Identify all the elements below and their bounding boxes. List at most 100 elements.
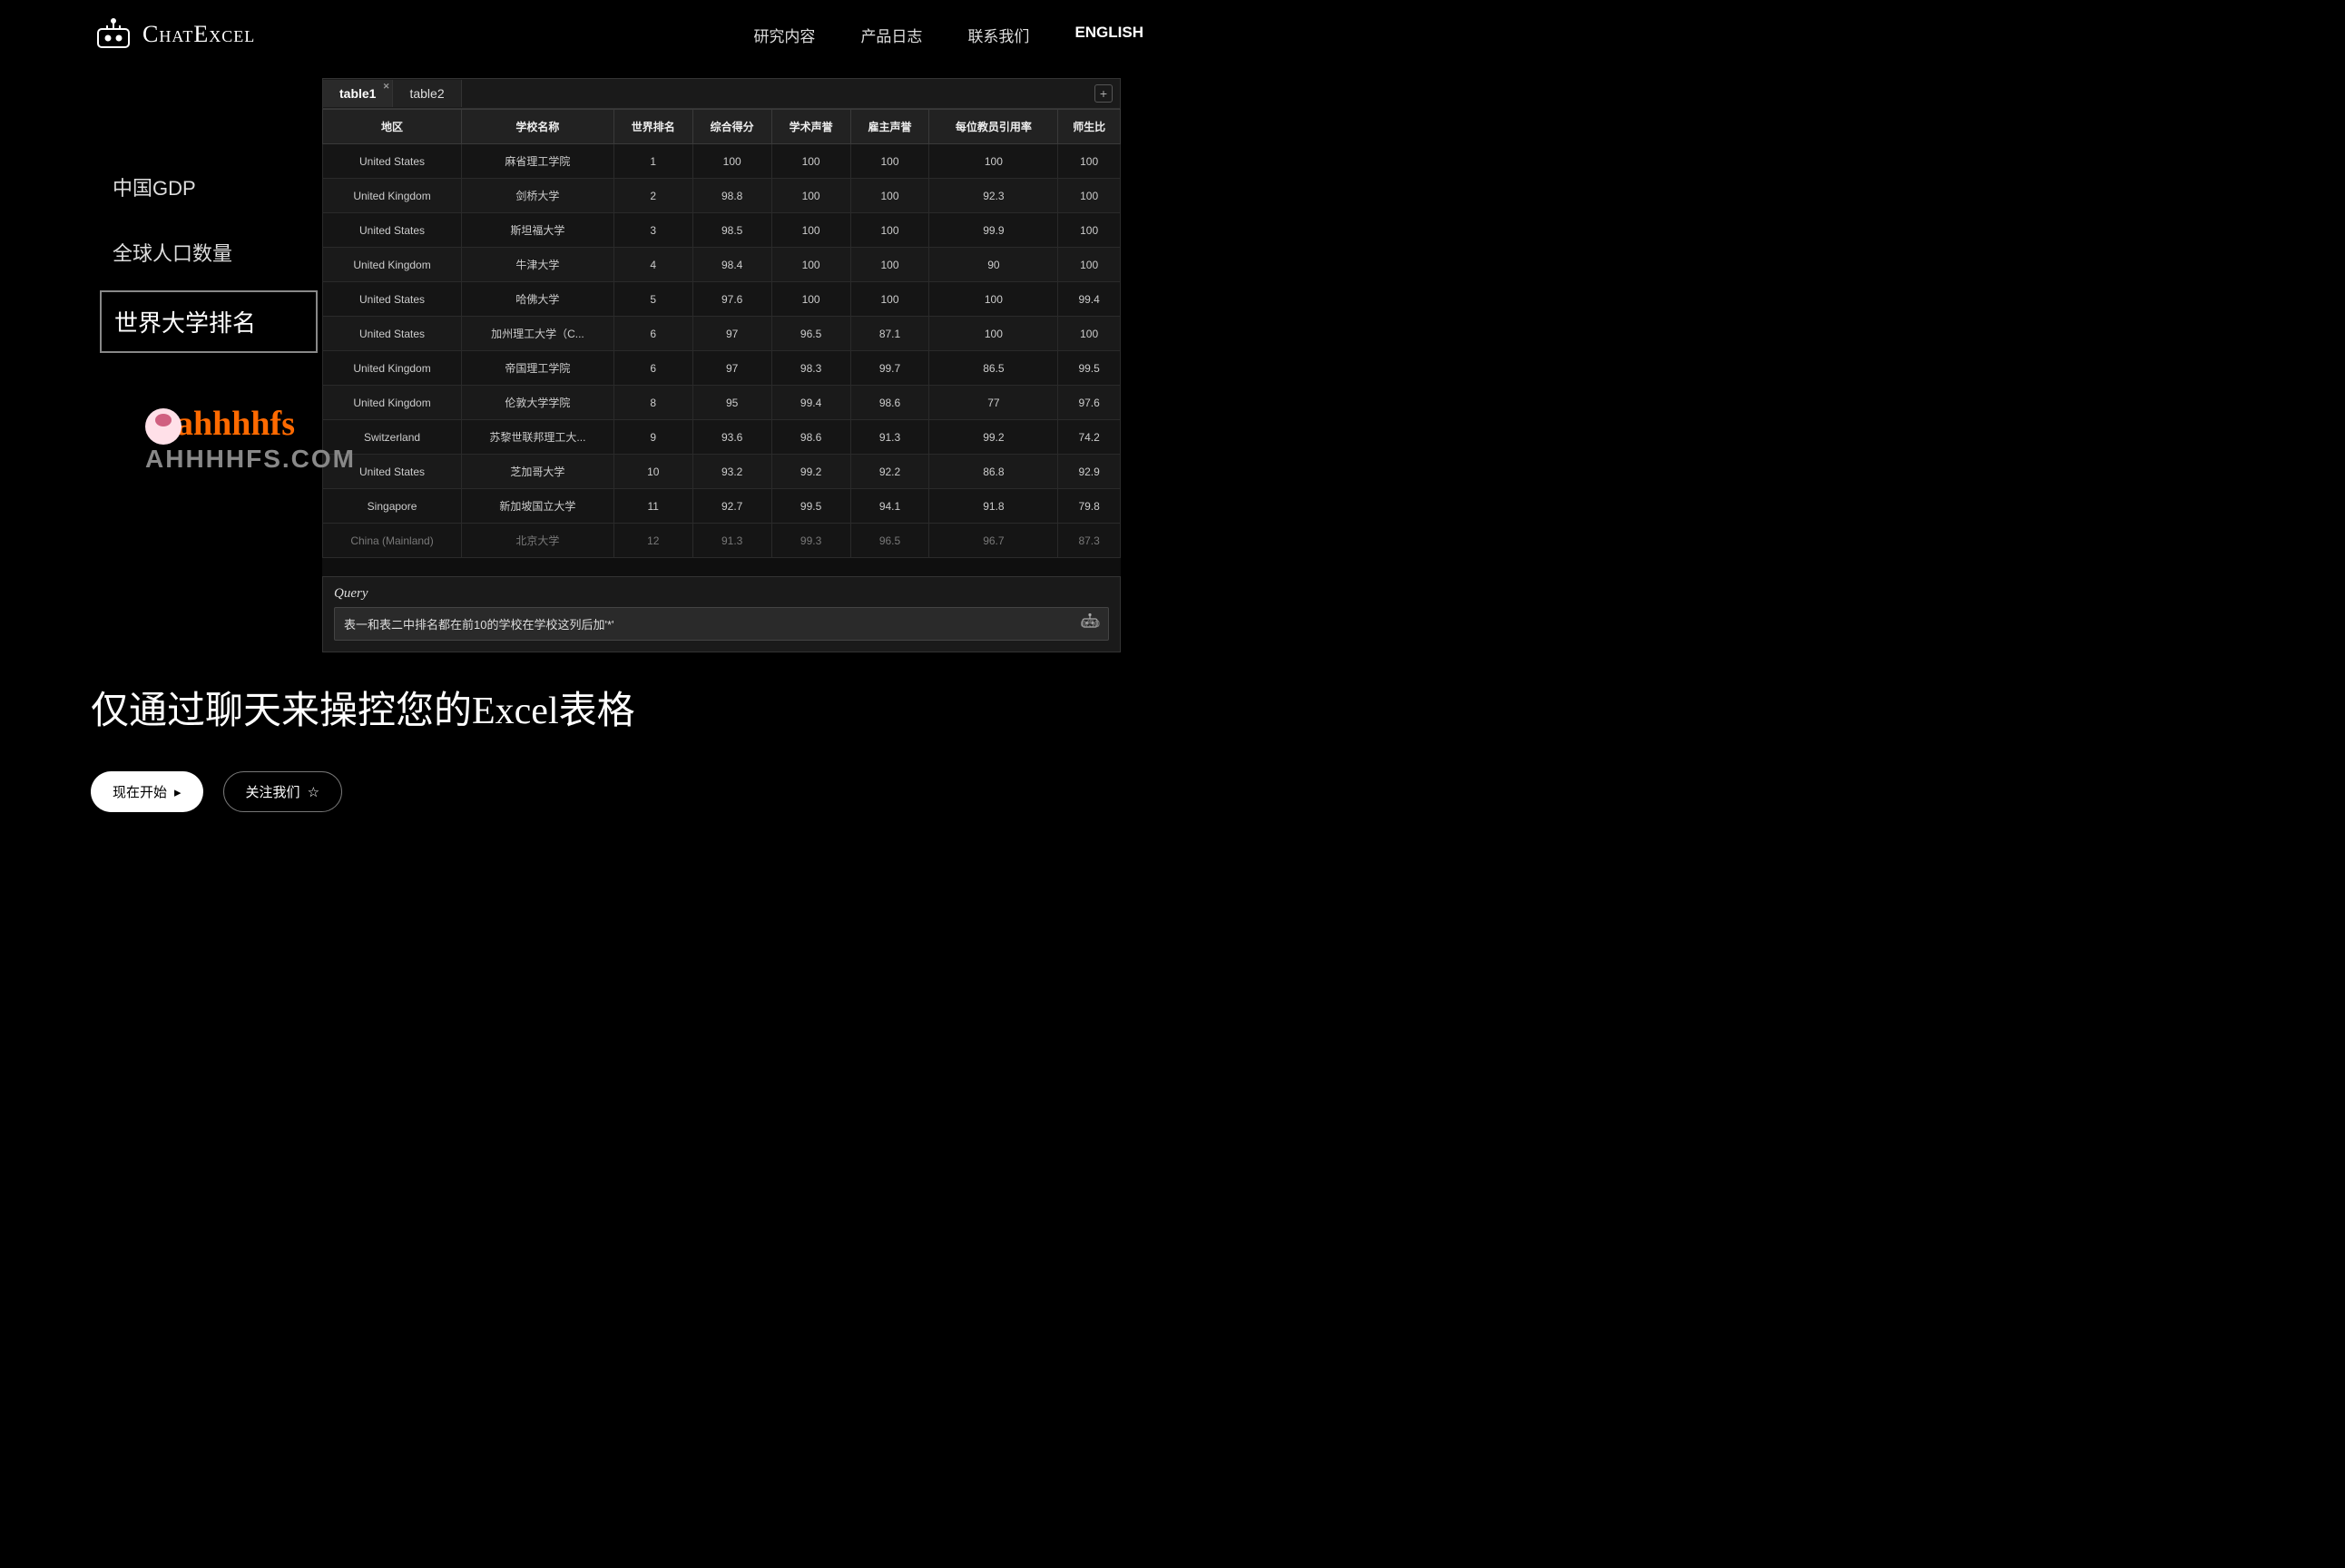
start-button-label: 现在开始 [113,782,167,801]
nav-item[interactable]: 产品日志 [860,24,922,46]
table-cell: 100 [1058,317,1121,351]
table-cell: 芝加哥大学 [462,455,614,489]
tab-bar: table1✕table2 + [322,78,1121,109]
data-table: 地区学校名称世界排名综合得分学术声誉雇主声誉每位教员引用率师生比 United … [322,109,1121,558]
table-cell: 91.8 [929,489,1058,524]
nav-item[interactable]: 研究内容 [753,24,815,46]
table-cell: 9 [613,420,692,455]
column-header[interactable]: 雇主声誉 [850,110,929,144]
table-row[interactable]: Singapore新加坡国立大学1192.799.594.191.879.8 [323,489,1121,524]
table-row[interactable]: United Kingdom剑桥大学298.810010092.3100 [323,179,1121,213]
follow-button-label: 关注我们 [246,782,300,801]
table-cell: 1 [613,144,692,179]
table-cell: 帝国理工学院 [462,351,614,386]
column-header[interactable]: 地区 [323,110,462,144]
table-cell: United States [323,317,462,351]
table-cell: 100 [1058,144,1121,179]
table-cell: 86.8 [929,455,1058,489]
table-cell: 87.3 [1058,524,1121,558]
nav-item[interactable]: 联系我们 [967,24,1029,46]
table-cell: 100 [850,213,929,248]
table-row[interactable]: United Kingdom伦敦大学学院89599.498.67797.6 [323,386,1121,420]
table-cell: 99.5 [1058,351,1121,386]
table-cell: United States [323,144,462,179]
column-header[interactable]: 师生比 [1058,110,1121,144]
table-cell: 4 [613,248,692,282]
table-cell: 加州理工大学（C... [462,317,614,351]
table-cell: 100 [929,317,1058,351]
table-cell: United States [323,455,462,489]
table-cell: 95 [692,386,771,420]
table-cell: 新加坡国立大学 [462,489,614,524]
table-cell: 99.4 [1058,282,1121,317]
table-row[interactable]: China (Mainland)北京大学1291.399.396.596.787… [323,524,1121,558]
column-header[interactable]: 每位教员引用率 [929,110,1058,144]
query-counter: 0/50 [1081,619,1100,630]
column-header[interactable]: 综合得分 [692,110,771,144]
table-cell: 97.6 [692,282,771,317]
star-icon: ☆ [308,784,319,800]
sidebar-item[interactable]: 中国GDP [100,160,318,214]
table-cell: 92.2 [850,455,929,489]
tab[interactable]: table2 [393,80,461,107]
column-header[interactable]: 学术声誉 [771,110,850,144]
table-cell: 96.5 [771,317,850,351]
table-cell: 97 [692,351,771,386]
table-row[interactable]: United States斯坦福大学398.510010099.9100 [323,213,1121,248]
column-header[interactable]: 世界排名 [613,110,692,144]
table-cell: 哈佛大学 [462,282,614,317]
table-row[interactable]: United Kingdom牛津大学498.410010090100 [323,248,1121,282]
table-cell: 74.2 [1058,420,1121,455]
table-cell: United Kingdom [323,386,462,420]
start-button[interactable]: 现在开始 ▸ [91,771,203,812]
table-cell: 北京大学 [462,524,614,558]
table-cell: 93.2 [692,455,771,489]
table-cell: 92.3 [929,179,1058,213]
table-cell: 92.7 [692,489,771,524]
nav-item[interactable]: ENGLISH [1074,24,1143,46]
table-cell: 99.3 [771,524,850,558]
table-cell: 97 [692,317,771,351]
table-cell: 100 [771,282,850,317]
table-cell: 98.8 [692,179,771,213]
column-header[interactable]: 学校名称 [462,110,614,144]
query-input[interactable] [344,617,1072,631]
play-icon: ▸ [174,784,182,800]
sidebar-item[interactable]: 世界大学排名 [100,290,318,353]
table-cell: 98.6 [771,420,850,455]
tab[interactable]: table1✕ [323,80,393,107]
table-panel: table1✕table2 + 地区学校名称世界排名综合得分学术声誉雇主声誉每位教… [322,78,1121,652]
table-cell: 100 [771,144,850,179]
table-row[interactable]: Switzerland苏黎世联邦理工大...993.698.691.399.27… [323,420,1121,455]
table-cell: 伦敦大学学院 [462,386,614,420]
table-cell: United States [323,213,462,248]
follow-button[interactable]: 关注我们 ☆ [223,771,342,812]
table-cell: 苏黎世联邦理工大... [462,420,614,455]
table-cell: 99.4 [771,386,850,420]
tab-close-icon[interactable]: ✕ [383,82,390,92]
table-cell: 斯坦福大学 [462,213,614,248]
table-row[interactable]: United States芝加哥大学1093.299.292.286.892.9 [323,455,1121,489]
sidebar-item[interactable]: 全球人口数量 [100,225,318,279]
table-cell: 96.7 [929,524,1058,558]
table-row[interactable]: United Kingdom帝国理工学院69798.399.786.599.5 [323,351,1121,386]
table-cell: 98.6 [850,386,929,420]
query-label: Query [334,586,1109,602]
sidebar: 中国GDP 全球人口数量世界大学排名 [100,78,318,652]
table-cell: 100 [850,282,929,317]
table-cell: 10 [613,455,692,489]
table-cell: 90 [929,248,1058,282]
table-cell: 99.2 [771,455,850,489]
table-cell: 93.6 [692,420,771,455]
table-cell: 3 [613,213,692,248]
table-cell: 100 [771,213,850,248]
logo[interactable]: ChatExcel [95,18,255,51]
table-cell: 100 [850,248,929,282]
add-tab-button[interactable]: + [1094,84,1113,103]
table-cell: 77 [929,386,1058,420]
table-cell: 91.3 [692,524,771,558]
table-row[interactable]: United States加州理工大学（C...69796.587.110010… [323,317,1121,351]
table-cell: 97.6 [1058,386,1121,420]
table-row[interactable]: United States麻省理工学院1100100100100100 [323,144,1121,179]
table-row[interactable]: United States哈佛大学597.610010010099.4 [323,282,1121,317]
